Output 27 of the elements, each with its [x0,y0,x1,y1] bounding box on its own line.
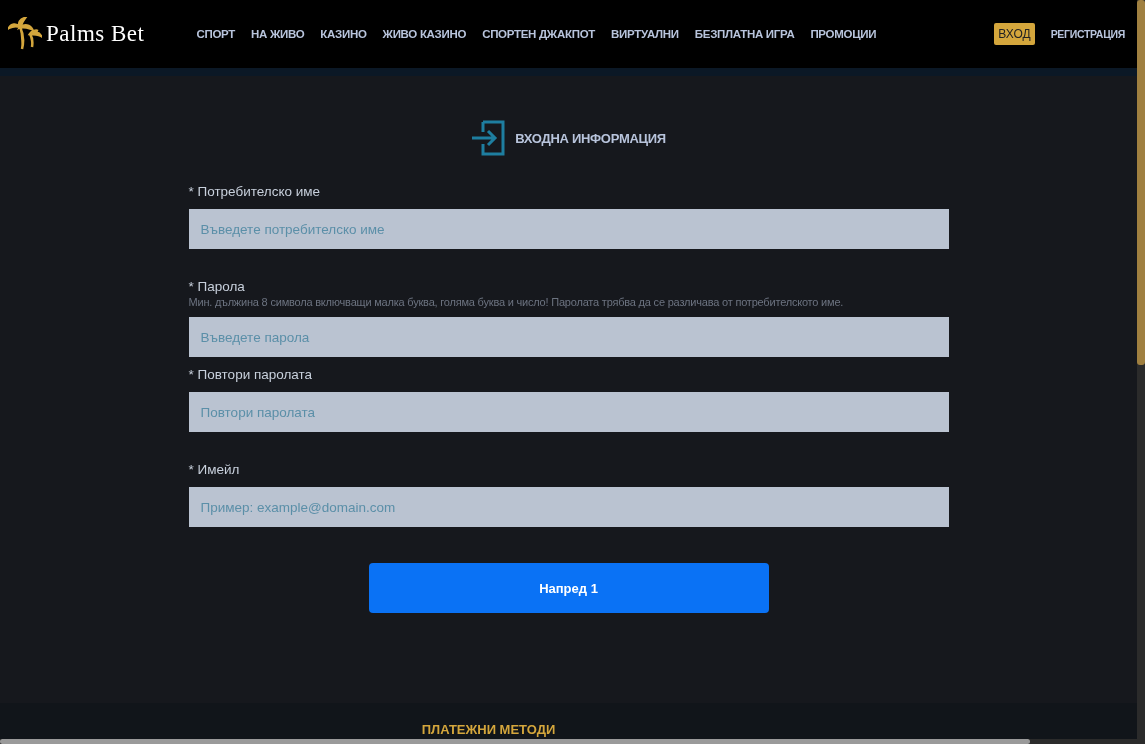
logo-text[interactable]: Palms Bet [46,21,145,47]
footer-title: ПЛАТЕЖНИ МЕТОДИ [421,722,557,737]
horizontal-scrollbar[interactable] [0,739,1137,744]
nav-link[interactable]: ПРОМОЦИИ [810,28,877,40]
field-label: * Потребителско име [188,184,322,199]
section-title: ВХОДНА ИНФОРМАЦИЯ [515,130,666,146]
input-field[interactable]: Пример: example@domain.com [188,487,949,527]
nav-link[interactable]: СПОРТЕН ДЖАКПОТ [482,28,595,40]
nav-link[interactable]: СПОРТ [196,28,235,40]
input-field[interactable]: Повтори паролата [188,392,949,432]
field-label: * Имейл [188,462,241,477]
vertical-scrollbar[interactable] [1137,0,1145,744]
login-button[interactable]: ВХОД [994,23,1035,45]
palm-tree-icon [8,17,42,51]
nav-link[interactable]: КАЗИНО [320,28,367,40]
sign-in-icon [471,120,506,156]
nav-link[interactable]: ВИРТУАЛНИ [611,28,679,40]
next-button[interactable]: Напред 1 [368,563,769,613]
field-label: * Повтори паролата [188,367,314,382]
input-field[interactable]: Въведете потребителско име [188,209,949,249]
nav-link[interactable]: ЖИВО КАЗИНО [382,28,467,40]
nav-link[interactable]: БЕЗПЛАТНА ИГРА [694,28,795,40]
register-link[interactable]: РЕГИСТРАЦИЯ [1050,28,1125,40]
field-label: * Парола [188,279,246,294]
field-hint: Мин. дължина 8 символа включващи малка буква, голяма буква и число! Паролата трябва да се различава от потребителското име. [188,296,845,308]
nav-link[interactable]: НА ЖИВО [251,28,305,40]
input-field[interactable]: Въведете парола [188,317,949,357]
